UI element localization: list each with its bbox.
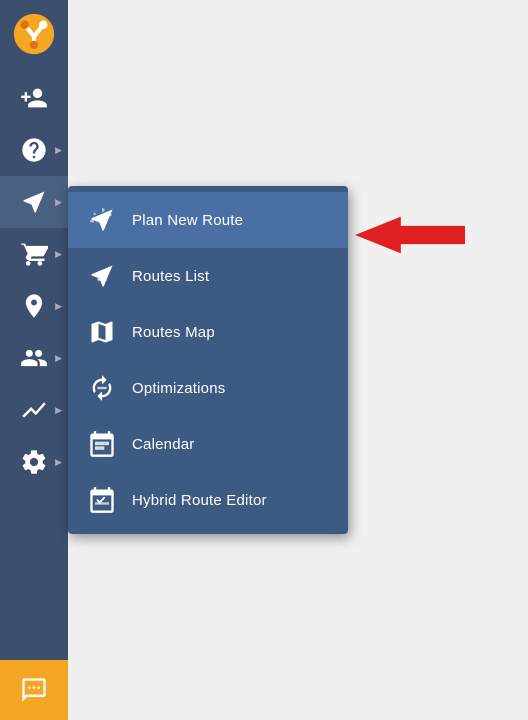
arrow-indicator: [355, 210, 465, 260]
routes-chevron: ▶: [55, 197, 62, 208]
help-icon: [20, 136, 48, 164]
optimizations-label: Optimizations: [132, 380, 225, 397]
routes-map-label: Routes Map: [132, 324, 215, 341]
tracking-icon: [20, 292, 48, 320]
analytics-icon: [20, 396, 48, 424]
hybrid-route-editor-label: Hybrid Route Editor: [132, 492, 267, 509]
menu-item-hybrid-route-editor[interactable]: Hybrid Route Editor: [68, 472, 348, 528]
orders-chevron: ▶: [55, 249, 62, 260]
add-user-icon: [20, 84, 48, 112]
settings-chevron: ▶: [55, 457, 62, 468]
sidebar-item-tracking[interactable]: ▶: [0, 280, 68, 332]
arrow-icon: [355, 210, 465, 260]
routes-map-icon: [86, 316, 118, 348]
menu-item-optimizations[interactable]: Optimizations: [68, 360, 348, 416]
help-chevron: ▶: [55, 145, 62, 156]
plan-new-route-label: Plan New Route: [132, 212, 243, 229]
sidebar: ▶ ▶ ▶ ▶ ▶ ▶ ▶: [0, 0, 68, 720]
settings-icon: [20, 448, 48, 476]
chat-icon: [20, 676, 48, 704]
optimizations-icon: [86, 372, 118, 404]
sidebar-item-add-user[interactable]: [0, 72, 68, 124]
analytics-chevron: ▶: [55, 405, 62, 416]
chat-button[interactable]: [0, 660, 68, 720]
orders-icon: [20, 240, 48, 268]
routes-icon: [20, 188, 48, 216]
sidebar-item-orders[interactable]: ▶: [0, 228, 68, 280]
tracking-chevron: ▶: [55, 301, 62, 312]
sidebar-logo[interactable]: [0, 0, 68, 68]
routes-list-icon: [86, 260, 118, 292]
menu-item-routes-map[interactable]: Routes Map: [68, 304, 348, 360]
sidebar-item-routes[interactable]: ▶: [0, 176, 68, 228]
hybrid-route-editor-icon: [86, 484, 118, 516]
sidebar-item-analytics[interactable]: ▶: [0, 384, 68, 436]
calendar-label: Calendar: [132, 436, 194, 453]
sidebar-item-settings[interactable]: ▶: [0, 436, 68, 488]
menu-item-routes-list[interactable]: Routes List: [68, 248, 348, 304]
menu-item-plan-new-route[interactable]: Plan New Route: [68, 192, 348, 248]
logo-icon: [13, 13, 55, 55]
sidebar-item-help[interactable]: ▶: [0, 124, 68, 176]
calendar-icon: [86, 428, 118, 460]
routes-dropdown-menu: Plan New Route Routes List Routes Map Op…: [68, 186, 348, 534]
plan-new-route-icon: [86, 204, 118, 236]
team-chevron: ▶: [55, 353, 62, 364]
team-icon: [20, 344, 48, 372]
routes-list-label: Routes List: [132, 268, 209, 285]
menu-item-calendar[interactable]: Calendar: [68, 416, 348, 472]
sidebar-item-team[interactable]: ▶: [0, 332, 68, 384]
